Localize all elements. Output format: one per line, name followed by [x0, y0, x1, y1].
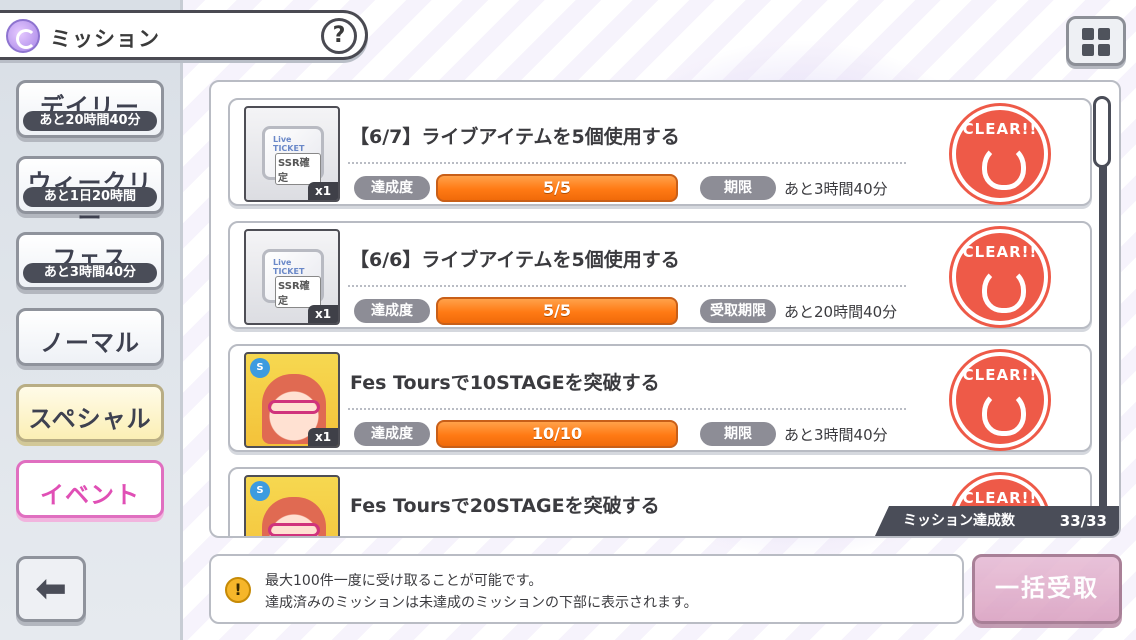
- mission-list[interactable]: Live TICKET SSR確定 x1 【6/7】ライブアイテムを5個使用する…: [211, 82, 1111, 536]
- claim-all-button[interactable]: 一括受取: [972, 554, 1122, 624]
- rarity-badge: S: [250, 358, 270, 378]
- ticket-label: SSR確定: [275, 153, 321, 185]
- warning-icon: !: [225, 577, 251, 603]
- tab-special-label: スペシャル: [28, 405, 152, 433]
- grid-icon: [1082, 44, 1094, 56]
- progress-label: 達成度: [354, 176, 430, 200]
- deadline-label: 期限: [700, 176, 776, 200]
- tab-event[interactable]: イベント: [16, 460, 164, 518]
- reward-thumbnail[interactable]: Live TICKET SSR確定 x1: [244, 106, 340, 202]
- glasses-icon: [268, 400, 320, 414]
- progress-bar: 5/5: [436, 297, 678, 325]
- reward-thumbnail[interactable]: Live TICKET SSR確定 x1: [244, 229, 340, 325]
- reward-thumbnail[interactable]: S x1: [244, 352, 340, 448]
- scrollbar-thumb[interactable]: [1093, 96, 1111, 168]
- tab-special[interactable]: スペシャル: [16, 384, 164, 442]
- mission-count-value: 33/33: [1059, 512, 1107, 530]
- mission-icon: [6, 19, 40, 53]
- progress-bar: 5/5: [436, 174, 678, 202]
- deadline-label: 受取期限: [700, 299, 776, 323]
- clear-stamp-text: CLEAR!!: [962, 120, 1038, 138]
- reward-quantity: x1: [308, 182, 338, 200]
- deadline-value: あと3時間40分: [784, 426, 888, 444]
- help-button[interactable]: ?: [321, 18, 357, 54]
- mission-title: Fes Toursで20STAGEを突破する: [350, 495, 660, 517]
- tab-daily-timer: あと20時間40分: [23, 111, 157, 131]
- divider: [348, 408, 906, 410]
- info-line-2: 達成済みのミッションは未達成のミッションの下部に表示されます。: [265, 595, 698, 611]
- clear-stamp-icon: CLEAR!!: [952, 106, 1048, 202]
- swan-icon: [982, 267, 1026, 313]
- mission-title: 【6/6】ライブアイテムを5個使用する: [350, 249, 680, 271]
- info-notice: ! 最大100件一度に受け取ることが可能です。 達成済みのミッションは未達成のミ…: [209, 554, 964, 624]
- clear-stamp-text: CLEAR!!: [962, 243, 1038, 261]
- ticket-icon: Live TICKET SSR確定: [262, 249, 324, 308]
- clear-stamp-icon: CLEAR!!: [952, 352, 1048, 448]
- progress-bar: 10/10: [436, 420, 678, 448]
- title-bar: ミッション ?: [0, 10, 368, 60]
- info-line-1: 最大100件一度に受け取ることが可能です。: [265, 573, 543, 589]
- glasses-icon: [268, 523, 320, 536]
- ticket-icon: Live TICKET SSR確定: [262, 126, 324, 185]
- tab-event-label: イベント: [40, 481, 140, 509]
- mission-count-bar: ミッション達成数 33/33: [875, 506, 1119, 536]
- ticket-header: Live TICKET: [273, 258, 305, 276]
- menu-grid-button[interactable]: [1066, 16, 1126, 66]
- deadline-value: あと3時間40分: [784, 180, 888, 198]
- deadline-label: 期限: [700, 422, 776, 446]
- clear-stamp-text: CLEAR!!: [962, 366, 1038, 384]
- deadline-value: あと20時間40分: [784, 303, 898, 321]
- page-title: ミッション: [50, 27, 160, 51]
- tab-normal-label: ノーマル: [40, 329, 140, 357]
- back-button[interactable]: ⬅: [16, 556, 86, 622]
- divider: [348, 162, 906, 164]
- tab-fes-timer: あと3時間40分: [23, 263, 157, 283]
- grid-icon: [1098, 28, 1110, 40]
- reward-quantity: x1: [308, 305, 338, 323]
- grid-icon: [1082, 28, 1094, 40]
- mission-item: Live TICKET SSR確定 x1 【6/7】ライブアイテムを5個使用する…: [228, 98, 1092, 206]
- progress-label: 達成度: [354, 299, 430, 323]
- mission-title: Fes Toursで10STAGEを突破する: [350, 372, 660, 394]
- clear-stamp-text: CLEAR!!: [962, 489, 1038, 507]
- tab-daily[interactable]: デイリー あと20時間40分: [16, 80, 164, 138]
- mission-item: Live TICKET SSR確定 x1 【6/6】ライブアイテムを5個使用する…: [228, 221, 1092, 329]
- mission-panel: Live TICKET SSR確定 x1 【6/7】ライブアイテムを5個使用する…: [209, 80, 1121, 538]
- swan-icon: [982, 390, 1026, 436]
- tab-normal[interactable]: ノーマル: [16, 308, 164, 366]
- mission-item: S x1 Fes Toursで10STAGEを突破する 達成度 10/10 期限…: [228, 344, 1092, 452]
- ticket-header: Live TICKET: [273, 135, 305, 153]
- reward-quantity: x1: [308, 428, 338, 446]
- ticket-label: SSR確定: [275, 276, 321, 308]
- mission-title: 【6/7】ライブアイテムを5個使用する: [350, 126, 680, 148]
- rarity-badge: S: [250, 481, 270, 501]
- tab-fes[interactable]: フェス あと3時間40分: [16, 232, 164, 290]
- tab-weekly[interactable]: ウィークリー あと1日20時間: [16, 156, 164, 232]
- swan-icon: [982, 144, 1026, 190]
- grid-icon: [1098, 44, 1110, 56]
- mission-count-label: ミッション達成数: [903, 513, 1015, 529]
- tab-weekly-timer: あと1日20時間: [23, 187, 157, 207]
- progress-label: 達成度: [354, 422, 430, 446]
- divider: [348, 285, 906, 287]
- reward-thumbnail[interactable]: S: [244, 475, 340, 536]
- clear-stamp-icon: CLEAR!!: [952, 229, 1048, 325]
- back-arrow-icon: ⬅: [35, 566, 67, 610]
